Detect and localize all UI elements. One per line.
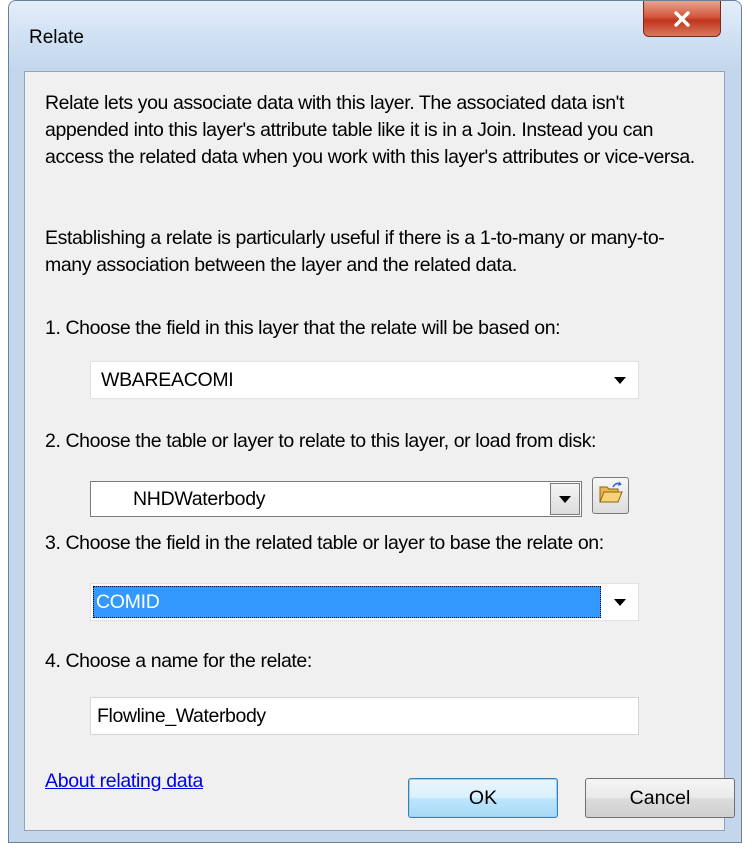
load-from-disk-button[interactable] (592, 477, 629, 514)
dialog-title: Relate (29, 27, 84, 48)
chevron-down-icon (614, 377, 626, 384)
chevron-down-icon (614, 599, 626, 606)
description-paragraph-1: Relate lets you associate data with this… (45, 92, 695, 168)
about-relating-data-link[interactable]: About relating data (45, 770, 203, 793)
step2-label: 2. Choose the table or layer to relate t… (45, 430, 597, 452)
description-paragraph-2: Establishing a relate is particularly us… (45, 227, 665, 276)
step4-label: 4. Choose a name for the relate: (45, 650, 312, 672)
dialog-body: Relate lets you associate data with this… (24, 71, 735, 831)
related-field-selection: COMID (93, 586, 601, 618)
step1-label: 1. Choose the field in this layer that t… (45, 317, 561, 339)
related-table-dropdown[interactable]: NHDWaterbody (90, 481, 582, 517)
step3-label: 3. Choose the field in the related table… (45, 532, 604, 554)
relate-dialog: Relate Relate lets you associate data wi… (8, 0, 742, 843)
close-icon (673, 10, 691, 27)
related-field-dropdown[interactable]: COMID (90, 583, 639, 621)
cancel-button[interactable]: Cancel (585, 778, 735, 818)
related-table-dropdown-button[interactable] (550, 483, 580, 515)
close-button[interactable] (643, 1, 721, 37)
related-table-value: NHDWaterbody (133, 487, 266, 510)
related-field-value: COMID (96, 590, 160, 613)
chevron-down-icon (559, 496, 571, 503)
ok-button[interactable]: OK (408, 778, 558, 818)
title-bar[interactable]: Relate (9, 1, 741, 71)
layer-field-dropdown[interactable]: WBAREACOMI (90, 361, 639, 399)
open-folder-icon (598, 481, 624, 510)
relate-name-input[interactable]: Flowline_Waterbody (90, 697, 639, 735)
layer-field-value: WBAREACOMI (101, 368, 234, 391)
